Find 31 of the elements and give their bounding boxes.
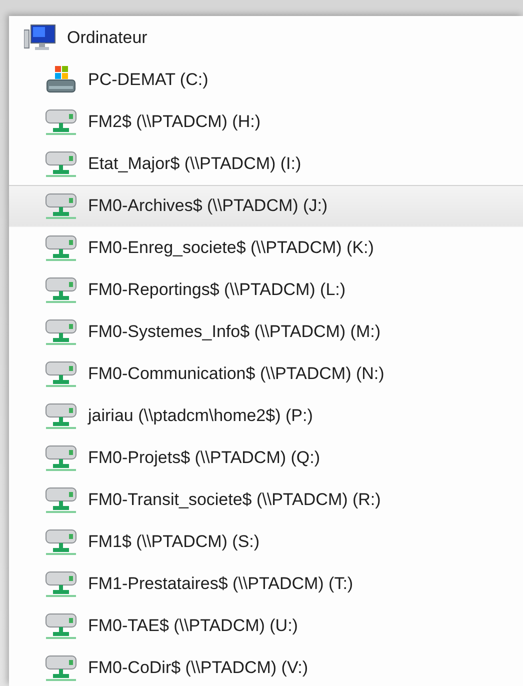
network-drive-icon [45, 654, 77, 682]
tree-item[interactable]: FM0-Archives$ (\\PTADCM) (J:) [9, 185, 523, 227]
network-drive-icon [45, 612, 77, 640]
tree-item[interactable]: PC-DEMAT (C:) [9, 59, 523, 101]
tree-item[interactable]: FM2$ (\\PTADCM) (H:) [9, 101, 523, 143]
tree-item[interactable]: FM0-Communication$ (\\PTADCM) (N:) [9, 353, 523, 395]
network-drive-icon [45, 402, 77, 430]
network-drive-icon [45, 276, 77, 304]
tree-item[interactable]: FM0-Systemes_Info$ (\\PTADCM) (M:) [9, 311, 523, 353]
network-drive-icon [45, 318, 77, 346]
network-drive-icon [45, 444, 77, 472]
tree-item[interactable]: FM1-Prestataires$ (\\PTADCM) (T:) [9, 563, 523, 605]
network-drive-icon [45, 234, 77, 262]
network-drive-icon [45, 528, 77, 556]
tree-item[interactable]: Etat_Major$ (\\PTADCM) (I:) [9, 143, 523, 185]
tree-item[interactable]: FM0-TAE$ (\\PTADCM) (U:) [9, 605, 523, 647]
network-drive-icon [45, 486, 77, 514]
network-drive-icon [45, 192, 77, 220]
tree-item[interactable]: FM0-Projets$ (\\PTADCM) (Q:) [9, 437, 523, 479]
network-drive-icon [45, 150, 77, 178]
tree-item[interactable]: FM0-Transit_societe$ (\\PTADCM) (R:) [9, 479, 523, 521]
tree-item[interactable]: FM0-Enreg_societe$ (\\PTADCM) (K:) [9, 227, 523, 269]
computer-icon [24, 24, 56, 52]
tree-item[interactable]: FM0-CoDir$ (\\PTADCM) (V:) [9, 647, 523, 686]
network-drive-icon [45, 570, 77, 598]
tree-item[interactable]: jairiau (\\ptadcm\home2$) (P:) [9, 395, 523, 437]
tree-item[interactable]: Ordinateur [9, 17, 523, 59]
tree-item[interactable]: FM1$ (\\PTADCM) (S:) [9, 521, 523, 563]
network-drive-icon [45, 108, 77, 136]
network-drive-icon [45, 360, 77, 388]
tree-item[interactable]: FM0-Reportings$ (\\PTADCM) (L:) [9, 269, 523, 311]
